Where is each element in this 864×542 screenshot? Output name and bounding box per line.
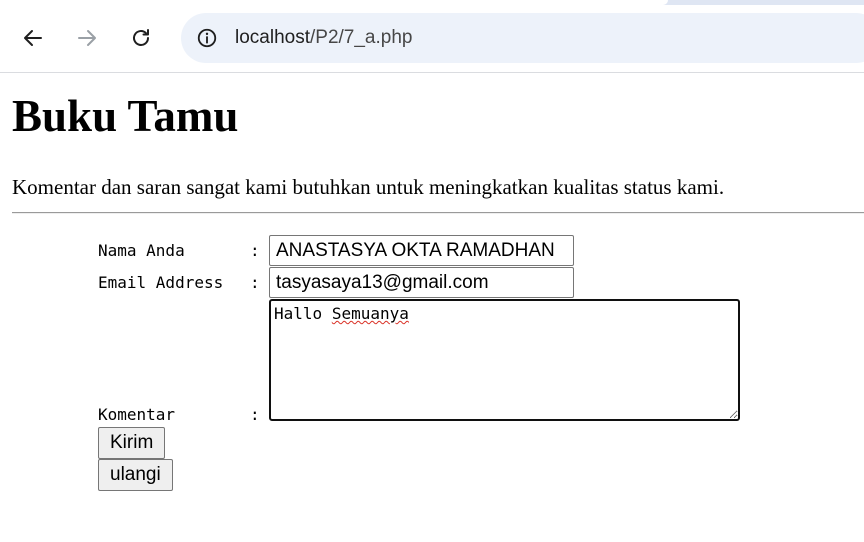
- horizontal-rule: [12, 212, 864, 214]
- email-label: Email Address: [98, 273, 224, 292]
- email-input[interactable]: [269, 267, 574, 298]
- comment-label: Komentar: [98, 405, 176, 424]
- comment-colon: :: [250, 405, 260, 424]
- forward-button[interactable]: [71, 22, 103, 54]
- url-path: /P2/7_a.php: [310, 27, 413, 48]
- page-content: Buku Tamu Komentar dan saran sangat kami…: [0, 74, 864, 542]
- page-title: Buku Tamu: [12, 91, 239, 141]
- address-bar[interactable]: localhost/P2/7_a.php: [181, 13, 864, 63]
- back-button[interactable]: [17, 22, 49, 54]
- info-icon: [197, 28, 217, 48]
- reload-icon: [133, 29, 149, 46]
- submit-button[interactable]: Kirim: [98, 427, 166, 459]
- reload-button[interactable]: [125, 22, 157, 54]
- comment-second-word: Semuanya: [331, 304, 409, 323]
- page-intro: Komentar dan saran sangat kami butuhkan …: [12, 175, 725, 199]
- arrow-right-icon: [78, 30, 96, 46]
- site-info-button[interactable]: [191, 22, 223, 54]
- arrow-left-icon: [24, 30, 42, 46]
- name-input[interactable]: [269, 235, 574, 266]
- url-host: localhost: [235, 27, 310, 48]
- email-colon: :: [250, 273, 260, 292]
- url-text[interactable]: localhost/P2/7_a.php: [235, 27, 412, 49]
- comment-first-word: Hallo: [274, 304, 323, 323]
- comment-textarea[interactable]: Hallo Semuanya: [269, 299, 740, 421]
- reset-button[interactable]: ulangi: [98, 459, 173, 491]
- browser-toolbar: localhost/P2/7_a.php: [0, 5, 864, 73]
- name-colon: :: [250, 241, 260, 260]
- name-label: Nama Anda: [98, 241, 185, 260]
